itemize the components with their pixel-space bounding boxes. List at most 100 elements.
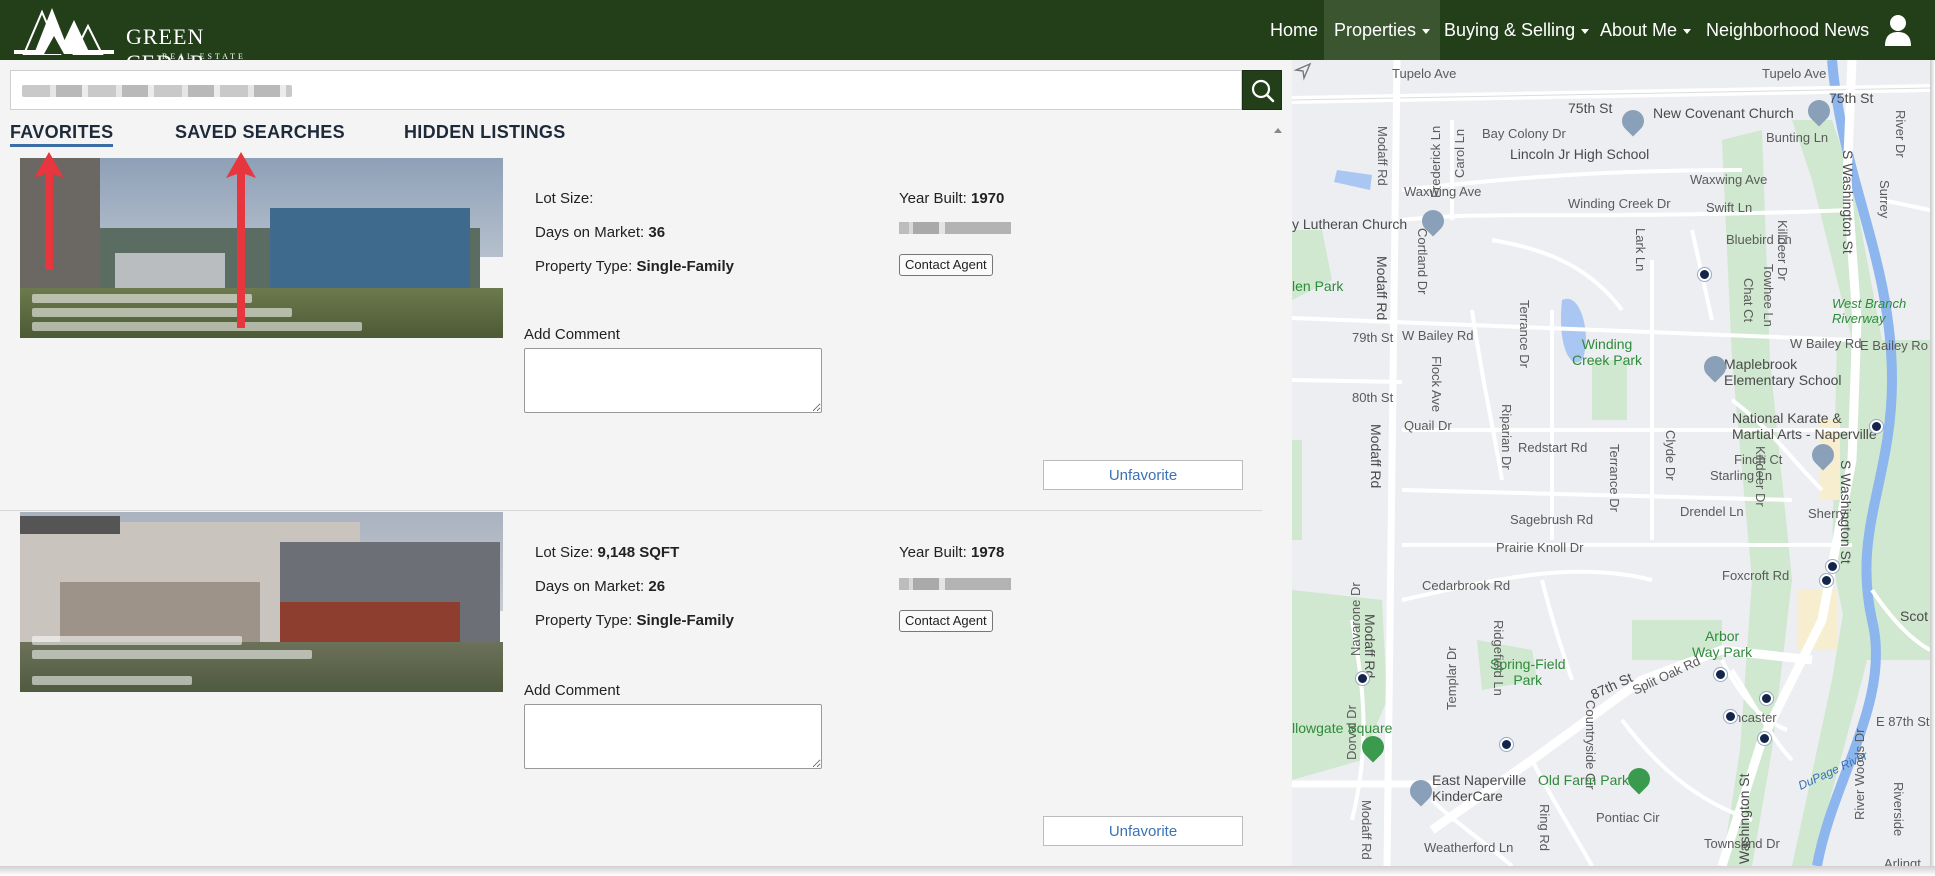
listing-marker[interactable] xyxy=(1724,710,1737,723)
unfavorite-button[interactable]: Unfavorite xyxy=(1043,816,1243,846)
property-type-label: Property Type: xyxy=(535,612,633,629)
tab-favorites[interactable]: FAVORITES xyxy=(10,122,114,147)
comment-textarea[interactable] xyxy=(524,348,822,413)
nav-properties-label: Properties xyxy=(1334,20,1417,40)
map-label: Ring Rd xyxy=(1537,804,1552,851)
nav-buying-selling-label: Buying & Selling xyxy=(1444,20,1576,40)
map-label: Surrey xyxy=(1877,180,1892,219)
map-label: llowgate Square xyxy=(1292,720,1393,736)
map-label: Terrance Dr xyxy=(1607,444,1622,512)
map-label: Scot xyxy=(1900,608,1929,624)
map-label: Frederick Ln xyxy=(1428,125,1443,198)
tab-hidden-listings[interactable]: HIDDEN LISTINGS xyxy=(404,122,566,143)
year-built-field: Year Built: 1978 xyxy=(899,544,1004,561)
nav-properties[interactable]: Properties xyxy=(1324,0,1441,60)
property-type-label: Property Type: xyxy=(535,258,633,275)
listing-marker[interactable] xyxy=(1698,268,1711,281)
map-label: Cortland Dr xyxy=(1415,228,1430,295)
map-label: Modaff Rd xyxy=(1362,614,1378,679)
map-label: Quail Dr xyxy=(1404,418,1452,433)
user-account-icon[interactable] xyxy=(1884,14,1912,46)
brand-logo[interactable]: GREEN CEDAR REAL ESTATE xyxy=(14,6,264,75)
map-label: Chat Ct xyxy=(1741,278,1756,323)
map-label: Tupelo Ave xyxy=(1392,66,1457,81)
map-label: Winding Creek Park xyxy=(1572,336,1643,368)
map-label: River Woods Dr xyxy=(1852,728,1867,820)
map-label: Modaff Rd xyxy=(1374,256,1390,321)
map-label: Templar Dr xyxy=(1444,646,1459,710)
listing-marker[interactable] xyxy=(1820,574,1833,587)
property-type-value: Single-Family xyxy=(636,258,734,275)
map-label: S Washington St xyxy=(1838,460,1854,564)
lot-size-value: 9,148 SQFT xyxy=(597,544,680,561)
lot-size-field: Lot Size: xyxy=(535,190,593,207)
listing-marker[interactable] xyxy=(1758,732,1771,745)
my-location-icon[interactable] xyxy=(1292,60,1314,82)
map-label: Sagebrush Rd xyxy=(1510,512,1594,527)
map-label: Redstart Rd xyxy=(1518,440,1588,455)
listing-photo-2[interactable] xyxy=(20,512,503,692)
listings-map[interactable]: Tupelo Ave Tupelo Ave 75th St 75th St Ne… xyxy=(1292,60,1930,866)
map-label: Winding Creek Dr xyxy=(1568,196,1671,211)
nav-home[interactable]: Home xyxy=(1270,0,1318,60)
map-label: 75th St xyxy=(1829,90,1874,106)
year-built-value: 1970 xyxy=(971,190,1005,207)
photo-caption-redacted xyxy=(32,650,312,659)
listing-marker[interactable] xyxy=(1714,668,1727,681)
nav-neighborhood-news[interactable]: Neighborhood News xyxy=(1706,0,1869,60)
map-label: E Bailey Ro xyxy=(1860,338,1928,353)
map-label: Killdeer Dr xyxy=(1753,446,1768,507)
comment-textarea[interactable] xyxy=(524,704,822,769)
map-label: Terrance Dr xyxy=(1517,300,1532,368)
scroll-up-arrow-icon[interactable] xyxy=(1274,128,1282,133)
listing-marker[interactable] xyxy=(1500,738,1513,751)
listing-marker[interactable] xyxy=(1826,560,1839,573)
contact-agent-button[interactable]: Contact Agent xyxy=(899,254,993,276)
listing-photo-1[interactable] xyxy=(20,158,503,338)
nav-about-me[interactable]: About Me xyxy=(1600,0,1692,60)
map-label: Tupelo Ave xyxy=(1762,66,1827,81)
nav-about-me-label: About Me xyxy=(1600,20,1678,40)
photo-caption-redacted xyxy=(32,676,192,685)
map-label: 79th St xyxy=(1352,330,1394,345)
agent-info-redacted xyxy=(899,578,1011,590)
days-on-market-value: 26 xyxy=(648,578,666,595)
days-on-market-label: Days on Market: xyxy=(535,578,645,595)
photo-caption-redacted xyxy=(32,322,362,331)
nav-neighborhood-news-label: Neighborhood News xyxy=(1706,20,1870,40)
map-label: Modaff Rd xyxy=(1375,126,1390,186)
lot-size-label: Lot Size: xyxy=(535,544,594,561)
map-label: River Dr xyxy=(1893,110,1908,158)
map-label: 75th St xyxy=(1568,100,1613,116)
map-label: Countryside Cir xyxy=(1583,700,1598,790)
map-label: Towhee Ln xyxy=(1761,264,1776,327)
map-label: Navarone Dr xyxy=(1348,582,1363,656)
listing-card-2: Lot Size: 9,148 SQFT Days on Market: 26 … xyxy=(0,512,1262,872)
tab-saved-searches[interactable]: SAVED SEARCHES xyxy=(175,122,345,143)
map-label: 80th St xyxy=(1352,390,1394,405)
days-on-market-label: Days on Market: xyxy=(535,224,645,241)
map-label: West Branch Riverway xyxy=(1832,296,1907,326)
map-label: Killdeer Dr xyxy=(1775,220,1790,281)
search-bar xyxy=(10,70,1282,110)
results-scrollbar[interactable] xyxy=(1272,128,1284,864)
listing-marker[interactable] xyxy=(1356,672,1369,685)
photo-badge-redacted xyxy=(20,516,120,534)
property-type-field: Property Type: Single-Family xyxy=(535,612,734,629)
year-built-label: Year Built: xyxy=(899,544,967,561)
map-label: Riparian Dr xyxy=(1499,404,1514,470)
listing-marker[interactable] xyxy=(1760,692,1773,705)
listing-marker[interactable] xyxy=(1870,420,1883,433)
nav-buying-selling[interactable]: Buying & Selling xyxy=(1444,0,1590,60)
map-label: Pontiac Cir xyxy=(1596,810,1660,825)
map-label: National Karate & Martial Arts - Napervi… xyxy=(1732,410,1877,442)
contact-agent-button[interactable]: Contact Agent xyxy=(899,610,993,632)
map-label: Riverside xyxy=(1891,782,1906,837)
listing-card-1: Lot Size: Days on Market: 36 Property Ty… xyxy=(0,158,1262,570)
map-label: Foxcroft Rd xyxy=(1722,568,1790,583)
map-label: ncaster xyxy=(1734,710,1777,725)
unfavorite-button[interactable]: Unfavorite xyxy=(1043,460,1243,490)
map-label: Drendel Ln xyxy=(1680,504,1744,519)
map-label: Lincoln Jr High School xyxy=(1510,146,1650,162)
search-button[interactable] xyxy=(1242,70,1282,110)
